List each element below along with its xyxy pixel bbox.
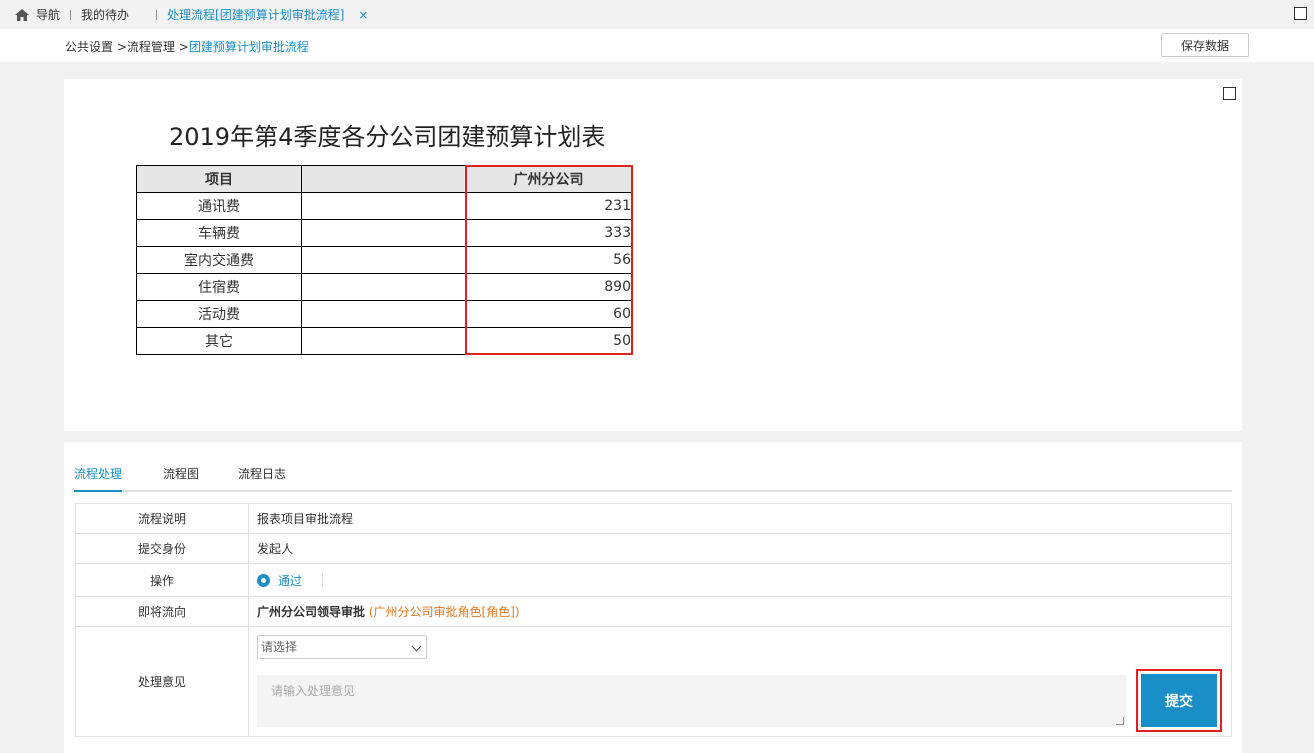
form-row-operation: 操作 通过 [75,563,1232,597]
tab-flow-chart[interactable]: 流程图 [163,465,199,492]
cell-value[interactable]: 56 [465,246,632,274]
destination-label: 即将流向 [75,596,249,627]
todo-label: 我的待办 [81,8,130,22]
budget-table: 项目 广州分公司 通讯费 231 车辆费 333 室内交通费 56 住宿费 89… [136,165,632,355]
opinion-textarea[interactable]: 请输入处理意见 [257,675,1126,727]
identity-label: 提交身份 [75,533,249,564]
cell-blank[interactable] [301,300,466,328]
table-header-row: 项目 广州分公司 [136,165,632,193]
top-nav-bar: 导航 我的待办 处理流程[团建预算计划审批流程] × [0,0,1314,29]
cell-value[interactable]: 231 [465,192,632,220]
form-row-opinion: 处理意见 请选择 请输入处理意见 提交 [75,626,1232,737]
tab-process-flow[interactable]: 处理流程[团建预算计划审批流程] × [167,6,368,23]
destination-node: 广州分公司领导审批 [257,605,366,619]
radio-checked-icon[interactable] [257,573,270,587]
destination-value: 广州分公司领导审批 (广州分公司审批角色[角色]) [248,596,1232,627]
cell-blank[interactable] [301,246,466,274]
cell-value[interactable]: 890 [465,273,632,301]
header-blank [301,165,466,193]
breadcrumb: 公共设置 >流程管理 >团建预算计划审批流程 [65,38,309,55]
desc-value: 报表项目审批流程 [248,503,1232,534]
breadcrumb-bar: 公共设置 >流程管理 >团建预算计划审批流程 保存数据 [0,29,1314,62]
cell-item[interactable]: 住宿费 [136,273,302,301]
form-row-identity: 提交身份 发起人 [75,533,1232,564]
report-title: 2019年第4季度各分公司团建预算计划表 [169,123,606,151]
cell-blank[interactable] [301,273,466,301]
maximize-icon[interactable] [1294,7,1307,20]
maximize-icon[interactable] [1223,87,1236,100]
nav-home[interactable]: 导航 [0,0,60,29]
tab-label: 处理流程[团建预算计划审批流程] [167,8,345,22]
cell-blank[interactable] [301,192,466,220]
opinion-label: 处理意见 [75,626,249,737]
submit-highlight: 提交 [1136,669,1222,732]
resize-handle[interactable] [1116,717,1124,725]
identity-value: 发起人 [248,533,1232,564]
cell-value[interactable]: 60 [465,300,632,328]
breadcrumb-current: 团建预算计划审批流程 [188,40,309,54]
divider [70,9,72,20]
opinion-cell: 请选择 请输入处理意见 提交 [248,626,1232,737]
breadcrumb-sep: > [178,40,189,54]
workflow-tabs: 流程处理 流程图 流程日志 [74,462,1232,492]
breadcrumb-flow-management[interactable]: 流程管理 [127,40,175,54]
desc-label: 流程说明 [75,503,249,534]
header-guangzhou: 广州分公司 [465,165,632,193]
cell-value[interactable]: 50 [465,327,632,355]
report-panel: 2019年第4季度各分公司团建预算计划表 项目 广州分公司 通讯费 231 车辆… [64,79,1242,431]
operation-label: 操作 [75,563,249,597]
destination-role: (广州分公司审批角色[角色]) [368,605,520,619]
table-row: 室内交通费 56 [136,246,632,274]
cell-blank[interactable] [301,219,466,247]
divider [156,9,158,20]
textarea-placeholder: 请输入处理意见 [271,684,356,698]
nav-my-todo[interactable]: 我的待办 [81,0,129,29]
workflow-form: 流程说明 报表项目审批流程 提交身份 发起人 操作 通过 即将流向 广州分公司领… [75,503,1232,737]
approve-label[interactable]: 通过 [278,574,302,588]
cell-item[interactable]: 车辆费 [136,219,302,247]
table-row: 车辆费 333 [136,219,632,247]
opinion-select[interactable]: 请选择 [257,635,427,659]
table-row: 其它 50 [136,327,632,355]
table-row: 活动费 60 [136,300,632,328]
close-icon[interactable]: × [358,8,368,22]
header-item: 项目 [136,165,302,193]
cell-item[interactable]: 活动费 [136,300,302,328]
cell-value[interactable]: 333 [465,219,632,247]
breadcrumb-sep: > [116,40,127,54]
workflow-panel: 流程处理 流程图 流程日志 流程说明 报表项目审批流程 提交身份 发起人 操作 … [64,442,1242,753]
select-placeholder: 请选择 [261,640,298,654]
tab-flow-process[interactable]: 流程处理 [74,465,123,492]
submit-button[interactable]: 提交 [1141,674,1217,727]
tab-flow-log[interactable]: 流程日志 [238,465,286,492]
chevron-down-icon [411,641,422,652]
approve-radio[interactable]: 通过 [257,573,306,588]
home-icon [15,8,29,21]
form-row-desc: 流程说明 报表项目审批流程 [75,503,1232,534]
form-row-destination: 即将流向 广州分公司领导审批 (广州分公司审批角色[角色]) [75,596,1232,627]
cell-item[interactable]: 通讯费 [136,192,302,220]
save-data-button[interactable]: 保存数据 [1161,33,1249,57]
cell-item[interactable]: 其它 [136,327,302,355]
table-row: 通讯费 231 [136,192,632,220]
cell-item[interactable]: 室内交通费 [136,246,302,274]
table-row: 住宿费 890 [136,273,632,301]
cell-blank[interactable] [301,327,466,355]
nav-label: 导航 [36,8,61,22]
divider [321,573,323,587]
breadcrumb-public-settings[interactable]: 公共设置 [65,40,113,54]
operation-options: 通过 [248,563,1232,597]
